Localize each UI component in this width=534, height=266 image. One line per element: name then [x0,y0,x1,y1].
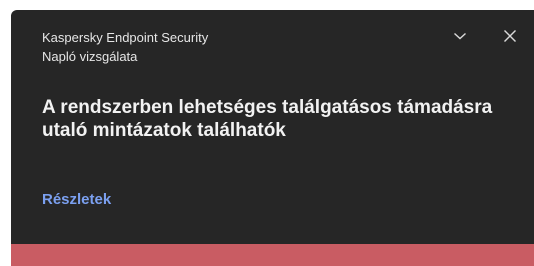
app-name: Kaspersky Endpoint Security [42,30,209,45]
close-button[interactable] [500,26,520,46]
notification-subtitle: Napló vizsgálata [42,49,138,64]
window-controls [450,26,520,46]
notification-popup: Kaspersky Endpoint Security Napló vizsgá… [11,10,534,266]
close-icon [504,30,516,42]
expand-button[interactable] [450,26,470,46]
chevron-down-icon [454,32,466,40]
title-block: Kaspersky Endpoint Security Napló vizsgá… [42,28,208,66]
severity-bar [11,244,534,266]
notification-message: A rendszerben lehetséges találgatásos tá… [42,97,493,141]
details-link[interactable]: Részletek [42,191,111,208]
